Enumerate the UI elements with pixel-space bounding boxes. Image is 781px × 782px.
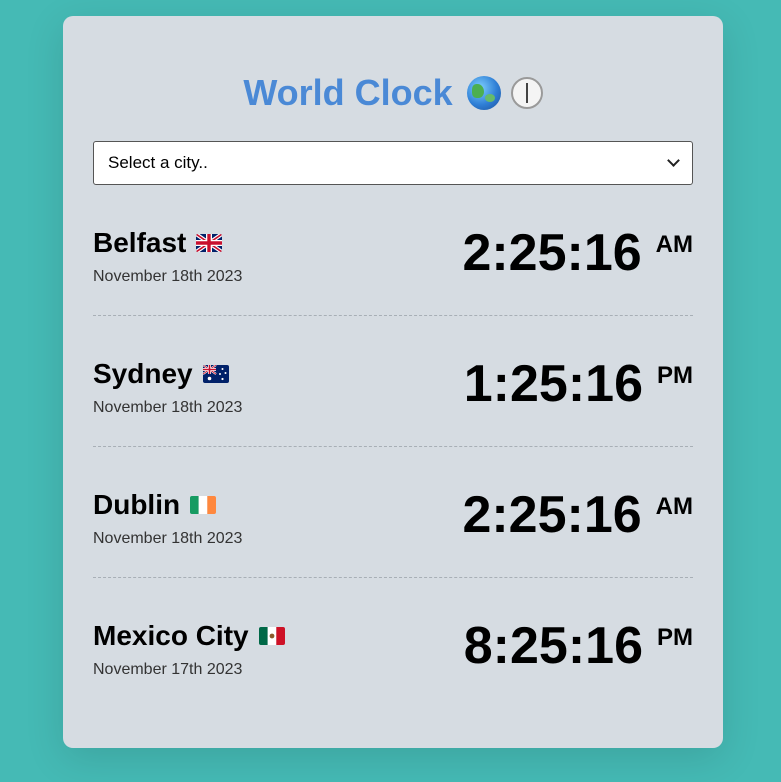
time-ampm: AM	[655, 231, 693, 258]
city-row-sydney: Sydney November 18th 2023 1:25:16 PM	[93, 316, 693, 447]
time-value: 2:25:16	[462, 224, 642, 282]
time-value: 1:25:16	[463, 355, 643, 413]
time-display: 2:25:16 AM	[462, 485, 693, 545]
ireland-flag-icon	[190, 496, 217, 514]
city-info: Mexico City November 17th 2023	[93, 620, 285, 680]
city-date: November 18th 2023	[93, 268, 243, 285]
city-name: Mexico City	[93, 620, 249, 651]
city-date: November 17th 2023	[93, 661, 243, 678]
time-display: 2:25:16 AM	[462, 223, 693, 283]
city-date: November 18th 2023	[93, 530, 243, 547]
city-date: November 18th 2023	[93, 399, 243, 416]
time-value: 8:25:16	[463, 617, 643, 675]
city-name-line: Dublin	[93, 489, 242, 521]
time-ampm: PM	[657, 362, 693, 389]
city-info: Belfast November 18th 2023	[93, 227, 242, 287]
city-row-belfast: Belfast November 18th 2023 2:25:16 AM	[93, 185, 693, 316]
chevron-down-icon	[667, 154, 680, 167]
city-info: Dublin November 18th 2023	[93, 489, 242, 549]
city-name-line: Sydney	[93, 358, 242, 390]
page-title: World Clock	[93, 16, 693, 114]
time-display: 1:25:16 PM	[464, 354, 693, 414]
city-row-dublin: Dublin November 18th 2023 2:25:16 AM	[93, 447, 693, 578]
clock-icon	[510, 77, 543, 109]
city-info: Sydney November 18th 2023	[93, 358, 242, 418]
time-ampm: AM	[655, 493, 693, 520]
city-select-value: Select a city..	[108, 153, 208, 172]
city-name: Belfast	[93, 227, 187, 258]
world-clock-card: World Clock Select a city.. Belfast Nove…	[63, 16, 723, 748]
time-value: 2:25:16	[462, 486, 642, 544]
page-title-text: World Clock	[243, 72, 453, 113]
city-name-line: Mexico City	[93, 620, 285, 652]
city-name: Dublin	[93, 489, 181, 520]
uk-flag-icon	[196, 234, 223, 252]
time-display: 8:25:16 PM	[464, 616, 693, 676]
city-row-mexico-city: Mexico City November 17th 2023 8:25:16 P…	[93, 578, 693, 709]
city-name-line: Belfast	[93, 227, 242, 259]
time-ampm: PM	[657, 624, 693, 651]
city-name: Sydney	[93, 358, 193, 389]
globe-icon	[466, 76, 501, 110]
city-list: Belfast November 18th 2023 2:25:16 AM Sy…	[93, 185, 693, 709]
city-select[interactable]: Select a city..	[93, 141, 693, 185]
mexico-flag-icon	[258, 627, 285, 645]
australia-flag-icon	[202, 365, 229, 383]
